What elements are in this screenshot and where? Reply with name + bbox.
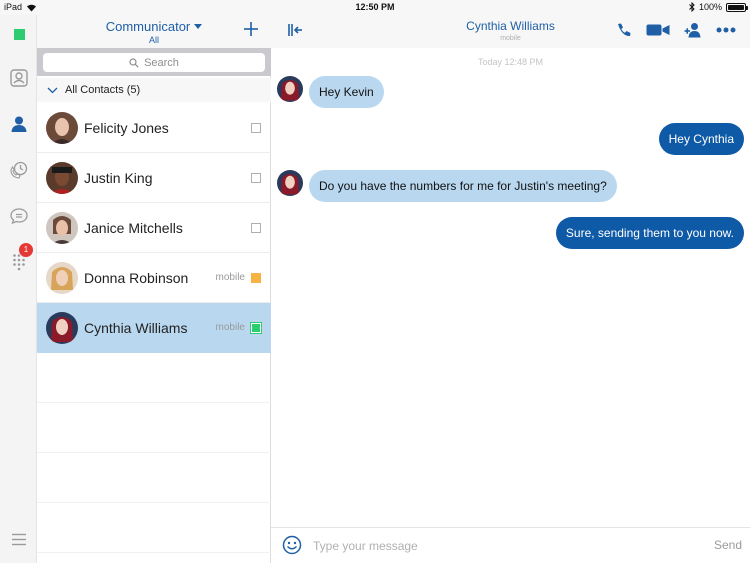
chat-header: Cynthia Williams mobile: [271, 15, 750, 48]
chat-timestamp: Today 12:48 PM: [477, 57, 544, 67]
battery-icon: [726, 2, 748, 12]
rail-call-history-button[interactable]: [8, 159, 30, 181]
emoji-button[interactable]: [282, 535, 302, 555]
bluetooth-icon: [689, 2, 695, 12]
contacts-filter-label: All: [148, 35, 159, 45]
chat-bubble-icon: [10, 208, 28, 224]
send-button[interactable]: Send: [714, 538, 742, 552]
contacts-person-icon: [11, 116, 27, 132]
communicator-filter-dropdown[interactable]: Communicator: [37, 19, 271, 34]
contact-group-header[interactable]: All Contacts (5): [37, 78, 271, 102]
outgoing-message-bubble[interactable]: Sure, sending them to you now.: [555, 217, 744, 249]
battery-fill: [728, 4, 744, 10]
contact-name: Janice Mitchells: [84, 219, 183, 236]
app-window: iPad 12:50 PM 100% 1 Communicator All Se…: [0, 0, 750, 563]
chevron-down-icon: [47, 87, 58, 93]
add-participant-button[interactable]: [684, 22, 702, 38]
message-bubble[interactable]: Hey Kevin: [309, 76, 384, 108]
hamburger-menu-icon: [12, 533, 26, 545]
incoming-message: Do you have the numbers for me for Justi…: [277, 170, 617, 202]
presence-available-icon: [250, 321, 262, 334]
battery-percent: 100%: [698, 2, 722, 12]
search-placeholder: Search: [144, 56, 179, 69]
contact-row-justin-king[interactable]: Justin King: [37, 153, 271, 203]
message-input[interactable]: [313, 536, 693, 556]
avatar: [277, 170, 303, 196]
call-history-icon: [10, 161, 28, 179]
contacts-header: Communicator All: [37, 15, 271, 48]
presence-away-icon: [251, 272, 261, 283]
contact-name: Cynthia Williams: [84, 319, 188, 336]
add-contact-button[interactable]: [241, 19, 261, 39]
status-bar: iPad 12:50 PM 100%: [0, 0, 750, 15]
message-bubble[interactable]: Do you have the numbers for me for Justi…: [309, 170, 617, 202]
avatar: [46, 261, 78, 294]
empty-list-row: [37, 453, 271, 503]
contact-name: Justin King: [84, 169, 153, 186]
avatar: [277, 76, 303, 102]
presence-offline-icon: [251, 172, 261, 183]
rail-contacts-button[interactable]: [8, 113, 30, 135]
search-input[interactable]: Search: [43, 53, 265, 72]
phone-call-button[interactable]: [616, 22, 632, 38]
outgoing-message-bubble[interactable]: Hey Cynthia: [658, 123, 744, 155]
contact-list: Felicity Jones Justin King Janice Mitche…: [37, 103, 271, 553]
avatar: [46, 161, 78, 194]
contacts-title: Communicator: [105, 19, 191, 34]
empty-list-row: [37, 403, 271, 453]
contact-name: Felicity Jones: [84, 119, 169, 136]
status-time: 12:50 PM: [355, 2, 395, 12]
search-bar: Search: [37, 48, 271, 76]
avatar: [46, 311, 78, 344]
rail-profile-button[interactable]: [8, 67, 30, 89]
contact-status-label: mobile: [215, 272, 245, 283]
contact-row-felicity-jones[interactable]: Felicity Jones: [37, 103, 271, 153]
dialpad-notification-badge: 1: [19, 243, 33, 257]
my-presence-button[interactable]: [8, 23, 30, 45]
avatar: [46, 111, 78, 144]
contact-name: Donna Robinson: [84, 269, 189, 286]
search-icon: [129, 57, 139, 68]
rail-messages-button[interactable]: [8, 205, 30, 227]
contact-row-cynthia-williams[interactable]: Cynthia Williams mobile: [37, 303, 271, 353]
profile-card-icon: [10, 69, 28, 87]
contacts-panel: Communicator All Search All Contacts (5)…: [37, 15, 271, 563]
empty-list-row: [37, 353, 271, 403]
video-call-button[interactable]: [646, 23, 670, 37]
contact-row-janice-mitchells[interactable]: Janice Mitchells: [37, 203, 271, 253]
presence-offline-icon: [251, 122, 261, 133]
caret-down-icon: [194, 24, 203, 29]
chat-actions: [616, 22, 736, 38]
empty-list-row: [37, 503, 271, 553]
message-composer: Send: [271, 527, 750, 563]
contact-row-donna-robinson[interactable]: Donna Robinson mobile: [37, 253, 271, 303]
presence-offline-icon: [251, 222, 261, 233]
chat-panel: Cynthia Williams mobile Today 12:48 PM H…: [271, 15, 750, 563]
incoming-message: Hey Kevin: [277, 76, 384, 108]
contact-group-label: All Contacts (5): [65, 84, 141, 96]
presence-available-icon: [13, 28, 25, 40]
more-options-button[interactable]: [716, 27, 736, 33]
contact-status-label: mobile: [215, 322, 245, 333]
rail-menu-button[interactable]: [8, 528, 30, 550]
left-rail: 1: [0, 15, 37, 563]
avatar: [46, 211, 78, 244]
